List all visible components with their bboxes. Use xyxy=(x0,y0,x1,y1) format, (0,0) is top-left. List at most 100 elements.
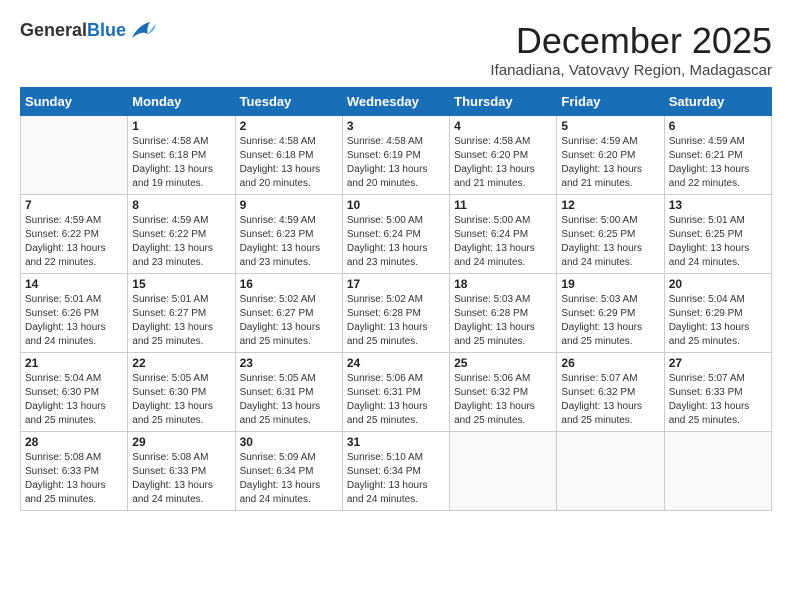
day-number: 4 xyxy=(454,119,552,133)
calendar-day-cell: 11 Sunrise: 5:00 AMSunset: 6:24 PMDayligh… xyxy=(450,195,557,274)
calendar-day-cell: 19 Sunrise: 5:03 AMSunset: 6:29 PMDayligh… xyxy=(557,274,664,353)
location-title: Ifanadiana, Vatovavy Region, Madagascar xyxy=(490,62,772,79)
page-header: GeneralBlue December 2025 Ifanadiana, Va… xyxy=(20,20,772,79)
calendar-day-cell: 13Sunrise: 5:01 AMSunset: 6:25 PMDayligh… xyxy=(664,195,771,274)
weekday-header-saturday: Saturday xyxy=(664,88,771,116)
day-info: Sunrise: 5:10 AMSunset: 6:34 PMDaylight:… xyxy=(347,451,445,507)
day-info: Sunrise: 5:01 AMSunset: 6:27 PMDaylight:… xyxy=(132,293,230,349)
calendar-day-cell: 22Sunrise: 5:05 AMSunset: 6:30 PMDayligh… xyxy=(128,353,235,432)
calendar-day-cell xyxy=(21,116,128,195)
day-number: 3 xyxy=(347,119,445,133)
month-title: December 2025 xyxy=(490,20,772,62)
day-info: Sunrise: 5:09 AMSunset: 6:34 PMDaylight:… xyxy=(240,451,338,507)
day-number: 17 xyxy=(347,277,445,291)
calendar-week-row: 21 Sunrise: 5:04 AMSunset: 6:30 PMDayligh… xyxy=(21,353,772,432)
calendar-day-cell: 17 Sunrise: 5:02 AMSunset: 6:28 PMDayligh… xyxy=(342,274,449,353)
day-number: 30 xyxy=(240,435,338,449)
day-number: 28 xyxy=(25,435,123,449)
day-info: Sunrise: 5:00 AMSunset: 6:25 PMDaylight:… xyxy=(561,214,659,270)
day-number: 20 xyxy=(669,277,767,291)
weekday-header-monday: Monday xyxy=(128,88,235,116)
day-number: 8 xyxy=(132,198,230,212)
calendar-week-row: 14 Sunrise: 5:01 AMSunset: 6:26 PMDayligh… xyxy=(21,274,772,353)
logo-text: GeneralBlue xyxy=(20,21,126,41)
calendar-day-cell: 10Sunrise: 5:00 AMSunset: 6:24 PMDayligh… xyxy=(342,195,449,274)
day-number: 29 xyxy=(132,435,230,449)
calendar-week-row: 1 Sunrise: 4:58 AMSunset: 6:18 PMDaylight… xyxy=(21,116,772,195)
day-info: Sunrise: 5:05 AMSunset: 6:31 PMDaylight:… xyxy=(240,372,338,428)
day-number: 22 xyxy=(132,356,230,370)
calendar-day-cell: 30 Sunrise: 5:09 AMSunset: 6:34 PMDayligh… xyxy=(235,432,342,511)
day-info: Sunrise: 5:02 AMSunset: 6:28 PMDaylight:… xyxy=(347,293,445,349)
day-info: Sunrise: 5:04 AMSunset: 6:29 PMDaylight:… xyxy=(669,293,767,349)
day-info: Sunrise: 4:59 AMSunset: 6:22 PMDaylight:… xyxy=(132,214,230,270)
weekday-header-sunday: Sunday xyxy=(21,88,128,116)
day-info: Sunrise: 4:59 AMSunset: 6:20 PMDaylight:… xyxy=(561,135,659,191)
calendar-day-cell: 27 Sunrise: 5:07 AMSunset: 6:33 PMDayligh… xyxy=(664,353,771,432)
day-number: 7 xyxy=(25,198,123,212)
day-number: 25 xyxy=(454,356,552,370)
day-info: Sunrise: 4:58 AMSunset: 6:19 PMDaylight:… xyxy=(347,135,445,191)
calendar-day-cell: 7 Sunrise: 4:59 AMSunset: 6:22 PMDaylight… xyxy=(21,195,128,274)
calendar-week-row: 7 Sunrise: 4:59 AMSunset: 6:22 PMDaylight… xyxy=(21,195,772,274)
day-info: Sunrise: 5:07 AMSunset: 6:32 PMDaylight:… xyxy=(561,372,659,428)
title-block: December 2025 Ifanadiana, Vatovavy Regio… xyxy=(490,20,772,79)
weekday-header-thursday: Thursday xyxy=(450,88,557,116)
day-info: Sunrise: 5:08 AMSunset: 6:33 PMDaylight:… xyxy=(132,451,230,507)
day-info: Sunrise: 4:58 AMSunset: 6:20 PMDaylight:… xyxy=(454,135,552,191)
calendar-day-cell: 16Sunrise: 5:02 AMSunset: 6:27 PMDayligh… xyxy=(235,274,342,353)
day-number: 15 xyxy=(132,277,230,291)
day-info: Sunrise: 4:59 AMSunset: 6:22 PMDaylight:… xyxy=(25,214,123,270)
calendar-day-cell: 21 Sunrise: 5:04 AMSunset: 6:30 PMDayligh… xyxy=(21,353,128,432)
day-number: 12 xyxy=(561,198,659,212)
calendar-day-cell xyxy=(450,432,557,511)
day-info: Sunrise: 4:58 AMSunset: 6:18 PMDaylight:… xyxy=(132,135,230,191)
day-number: 2 xyxy=(240,119,338,133)
calendar-day-cell: 8 Sunrise: 4:59 AMSunset: 6:22 PMDaylight… xyxy=(128,195,235,274)
calendar-day-cell: 26 Sunrise: 5:07 AMSunset: 6:32 PMDayligh… xyxy=(557,353,664,432)
calendar-day-cell: 15 Sunrise: 5:01 AMSunset: 6:27 PMDayligh… xyxy=(128,274,235,353)
day-number: 21 xyxy=(25,356,123,370)
day-number: 11 xyxy=(454,198,552,212)
calendar-day-cell: 14 Sunrise: 5:01 AMSunset: 6:26 PMDayligh… xyxy=(21,274,128,353)
day-info: Sunrise: 5:08 AMSunset: 6:33 PMDaylight:… xyxy=(25,451,123,507)
day-number: 27 xyxy=(669,356,767,370)
calendar-day-cell: 2Sunrise: 4:58 AMSunset: 6:18 PMDaylight… xyxy=(235,116,342,195)
day-number: 5 xyxy=(561,119,659,133)
day-info: Sunrise: 5:06 AMSunset: 6:32 PMDaylight:… xyxy=(454,372,552,428)
day-info: Sunrise: 4:59 AMSunset: 6:21 PMDaylight:… xyxy=(669,135,767,191)
day-number: 18 xyxy=(454,277,552,291)
calendar-day-cell: 5 Sunrise: 4:59 AMSunset: 6:20 PMDaylight… xyxy=(557,116,664,195)
day-number: 26 xyxy=(561,356,659,370)
day-info: Sunrise: 5:01 AMSunset: 6:26 PMDaylight:… xyxy=(25,293,123,349)
weekday-header-tuesday: Tuesday xyxy=(235,88,342,116)
calendar-table: SundayMondayTuesdayWednesdayThursdayFrid… xyxy=(20,87,772,511)
day-info: Sunrise: 5:03 AMSunset: 6:28 PMDaylight:… xyxy=(454,293,552,349)
day-number: 1 xyxy=(132,119,230,133)
calendar-day-cell: 18 Sunrise: 5:03 AMSunset: 6:28 PMDayligh… xyxy=(450,274,557,353)
calendar-day-cell: 3 Sunrise: 4:58 AMSunset: 6:19 PMDaylight… xyxy=(342,116,449,195)
day-number: 19 xyxy=(561,277,659,291)
calendar-day-cell: 20 Sunrise: 5:04 AMSunset: 6:29 PMDayligh… xyxy=(664,274,771,353)
calendar-day-cell xyxy=(557,432,664,511)
calendar-day-cell: 23Sunrise: 5:05 AMSunset: 6:31 PMDayligh… xyxy=(235,353,342,432)
day-number: 14 xyxy=(25,277,123,291)
day-info: Sunrise: 5:00 AMSunset: 6:24 PMDaylight:… xyxy=(454,214,552,270)
day-info: Sunrise: 5:02 AMSunset: 6:27 PMDaylight:… xyxy=(240,293,338,349)
day-info: Sunrise: 5:04 AMSunset: 6:30 PMDaylight:… xyxy=(25,372,123,428)
day-info: Sunrise: 4:59 AMSunset: 6:23 PMDaylight:… xyxy=(240,214,338,270)
day-number: 10 xyxy=(347,198,445,212)
day-info: Sunrise: 5:03 AMSunset: 6:29 PMDaylight:… xyxy=(561,293,659,349)
calendar-day-cell: 24 Sunrise: 5:06 AMSunset: 6:31 PMDayligh… xyxy=(342,353,449,432)
logo-bird-icon xyxy=(128,20,158,42)
day-info: Sunrise: 5:06 AMSunset: 6:31 PMDaylight:… xyxy=(347,372,445,428)
day-number: 24 xyxy=(347,356,445,370)
logo: GeneralBlue xyxy=(20,20,158,42)
calendar-day-cell: 29 Sunrise: 5:08 AMSunset: 6:33 PMDayligh… xyxy=(128,432,235,511)
day-number: 9 xyxy=(240,198,338,212)
calendar-day-cell: 12 Sunrise: 5:00 AMSunset: 6:25 PMDayligh… xyxy=(557,195,664,274)
day-info: Sunrise: 5:07 AMSunset: 6:33 PMDaylight:… xyxy=(669,372,767,428)
calendar-day-cell: 1 Sunrise: 4:58 AMSunset: 6:18 PMDaylight… xyxy=(128,116,235,195)
day-number: 13 xyxy=(669,198,767,212)
calendar-day-cell: 9 Sunrise: 4:59 AMSunset: 6:23 PMDaylight… xyxy=(235,195,342,274)
